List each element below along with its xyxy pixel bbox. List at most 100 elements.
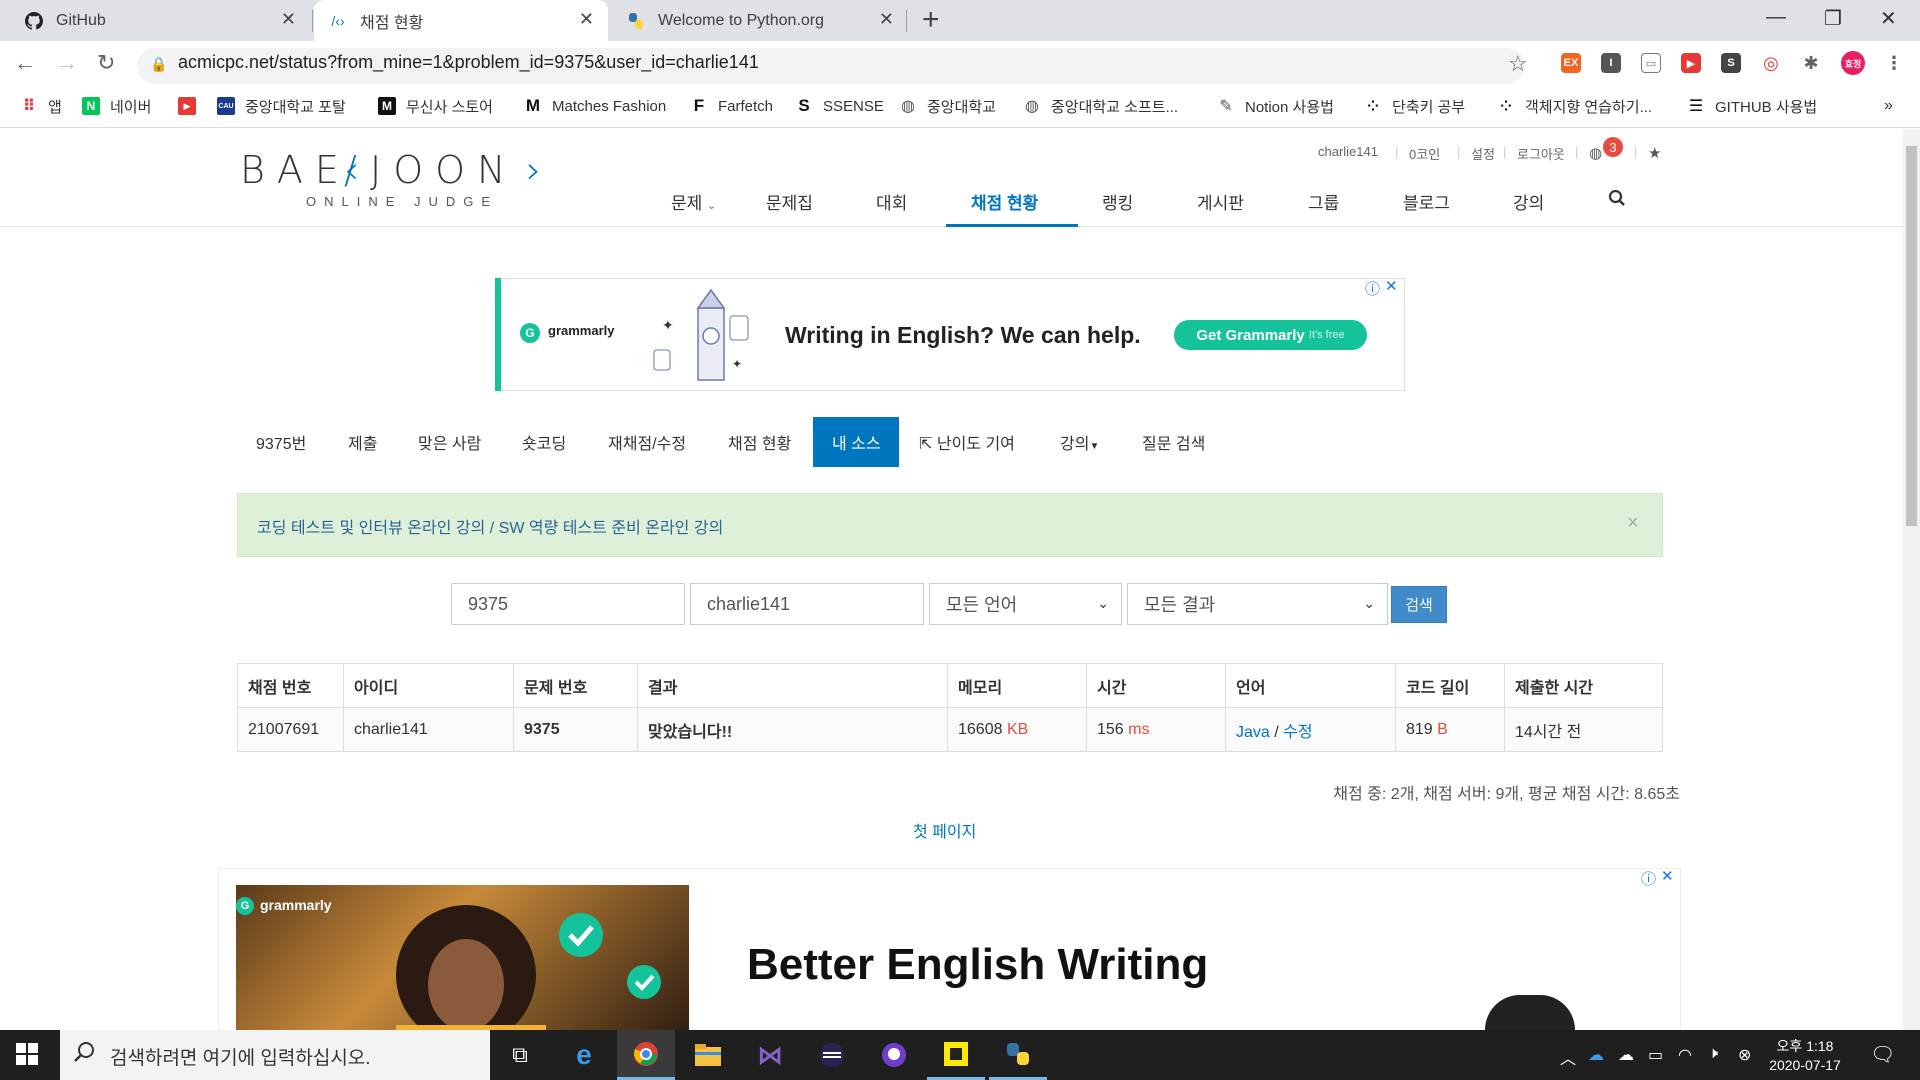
promo-alert-link[interactable]: 코딩 테스트 및 인터뷰 온라인 강의 / SW 역량 테스트 준비 온라인 강… (257, 514, 723, 538)
sticky-notes-icon[interactable] (927, 1030, 985, 1080)
bookmark-ssense[interactable]: S SSENSE (795, 92, 884, 120)
new-tab-icon[interactable]: + (922, 4, 940, 36)
subnav-status[interactable]: 채점 현황 (728, 430, 791, 454)
ad-close-icon[interactable]: ✕ (1661, 867, 1674, 885)
subnav-my-source[interactable]: 내 소스 (832, 430, 881, 454)
bookmark-shortcuts[interactable]: ⁘ 단축키 공부 (1364, 92, 1465, 120)
bookmark-naver[interactable]: N 네이버 (82, 92, 151, 120)
clock-time[interactable]: 오후 1:18 (1775, 1036, 1835, 1056)
cell-problem-link[interactable]: 9375 (513, 707, 638, 752)
extension-ex-icon[interactable]: EX (1561, 53, 1581, 73)
user-id-input[interactable]: charlie141 (690, 583, 924, 625)
ad-info-icon[interactable]: ⓘ (1641, 868, 1656, 889)
extension-youtube-icon[interactable]: ▶ (1681, 53, 1701, 73)
subnav-difficulty[interactable]: ⇱ 난이도 기여 (919, 430, 1015, 454)
alert-close-icon[interactable]: × (1627, 512, 1639, 535)
wifi-icon[interactable]: ◠ (1678, 1045, 1692, 1065)
reload-icon[interactable]: ↻ (97, 50, 115, 76)
subnav-shortcoding[interactable]: 숏코딩 (522, 430, 566, 454)
favorites-star-icon[interactable]: ★ (1648, 144, 1661, 162)
volume-mute-icon[interactable]: 🕨 (1708, 1045, 1718, 1063)
ad-cta-button[interactable]: Get Grammarly It's free (1174, 320, 1367, 350)
nav-board[interactable]: 게시판 (1197, 189, 1244, 214)
file-explorer-icon[interactable] (679, 1030, 737, 1080)
battery-icon[interactable]: ▭ (1648, 1045, 1663, 1065)
action-center-icon[interactable]: 🗨 (1870, 1042, 1895, 1067)
bookmark-musinsa[interactable]: M 무신사 스토어 (378, 92, 493, 120)
extensions-puzzle-icon[interactable]: ✱ (1801, 53, 1821, 73)
windows-start-icon[interactable] (16, 1043, 38, 1071)
settings-link[interactable]: 설정 (1471, 144, 1495, 163)
subnav-qna-search[interactable]: 질문 검색 (1142, 430, 1205, 454)
cloud-icon[interactable]: ☁ (1618, 1045, 1634, 1065)
bookmark-oop[interactable]: ⁘ 객체지향 연습하기... (1497, 92, 1652, 120)
bookmark-matches[interactable]: M Matches Fashion (524, 92, 666, 120)
edge-icon[interactable]: e (555, 1030, 613, 1080)
minimize-icon[interactable]: — (1766, 6, 1786, 29)
restore-icon[interactable]: ❐ (1824, 6, 1842, 31)
ad-info-icon[interactable]: ⓘ (1365, 278, 1380, 299)
bookmark-cau-software[interactable]: ◍ 중앙대학교 소프트... (1023, 92, 1178, 120)
eclipse-icon[interactable] (803, 1030, 861, 1080)
coin-link[interactable]: 0코인 (1409, 144, 1440, 163)
search-button[interactable]: 검색 (1391, 586, 1447, 623)
bookmark-star-icon[interactable]: ☆ (1508, 51, 1528, 77)
bookmark-notion[interactable]: ✎ Notion 사용법 (1217, 92, 1334, 120)
extension-info-icon[interactable]: I (1601, 53, 1621, 73)
nav-group[interactable]: 그룹 (1308, 189, 1339, 214)
nav-workbook[interactable]: 문제집 (766, 189, 813, 214)
notification-badge[interactable]: 3 (1603, 137, 1623, 157)
result-select[interactable]: 모든 결과 ⌄ (1127, 583, 1388, 625)
task-view-icon[interactable]: ⧉ (491, 1030, 549, 1080)
logout-link[interactable]: 로그아웃 (1517, 144, 1565, 163)
subnav-solvers[interactable]: 맞은 사람 (418, 430, 481, 454)
tab-github[interactable]: GitHub ✕ (10, 0, 310, 41)
subnav-lecture[interactable]: 강의▼ (1060, 430, 1099, 454)
tab-close-icon[interactable]: ✕ (579, 9, 594, 30)
extension-s-icon[interactable]: S (1721, 53, 1741, 73)
bookmark-youtube[interactable]: ▶ (178, 92, 206, 120)
chrome-icon[interactable] (617, 1030, 675, 1080)
tray-overflow-icon[interactable]: ︿ (1560, 1045, 1576, 1069)
window-close-icon[interactable]: ✕ (1880, 6, 1897, 31)
bookmark-farfetch[interactable]: F Farfetch (690, 92, 773, 120)
bookmark-apps[interactable]: ⠿ 앱 (20, 92, 62, 120)
tab-close-icon[interactable]: ✕ (281, 9, 296, 30)
nav-blog[interactable]: 블로그 (1403, 189, 1450, 214)
tab-status[interactable]: /‹› 채점 현황 ✕ (314, 0, 608, 41)
edit-link[interactable]: 수정 (1283, 724, 1312, 741)
nav-contest[interactable]: 대회 (876, 189, 907, 214)
language-link[interactable]: Java (1236, 724, 1270, 741)
extension-screen-icon[interactable]: ▭ (1641, 53, 1661, 73)
subnav-submit[interactable]: 제출 (348, 430, 377, 454)
forward-icon[interactable]: → (56, 50, 78, 76)
nav-lecture[interactable]: 강의 (1513, 189, 1544, 214)
onedrive-icon[interactable]: ☁ (1588, 1045, 1604, 1065)
python-icon[interactable] (989, 1030, 1047, 1080)
scrollbar-thumb[interactable] (1906, 146, 1917, 526)
extension-swirl-icon[interactable]: ◎ (1761, 53, 1781, 73)
notification-globe-icon[interactable]: ◍ (1589, 144, 1602, 162)
cell-submitted-time[interactable]: 14시간 전 (1504, 707, 1663, 752)
profile-avatar[interactable]: 효정 (1841, 51, 1865, 75)
first-page-link[interactable]: 첫 페이지 (913, 818, 976, 842)
site-logo[interactable]: BAE / ‹ JOON › (240, 148, 552, 200)
nav-problems[interactable]: 문제 ⌄ (671, 189, 716, 214)
subnav-problem[interactable]: 9375번 (256, 430, 306, 454)
url-text[interactable]: acmicpc.net/status?from_mine=1&problem_i… (178, 52, 759, 73)
tab-close-icon[interactable]: ✕ (879, 9, 894, 30)
notification-off-icon[interactable]: ⊗ (1738, 1045, 1751, 1065)
ad-close-icon[interactable]: ✕ (1385, 277, 1398, 295)
cell-user-link[interactable]: charlie141 (343, 707, 514, 752)
bookmarks-more-icon[interactable]: » (1884, 92, 1893, 120)
bookmark-github-guide[interactable]: ☰ GITHUB 사용법 (1687, 92, 1817, 120)
github-desktop-icon[interactable] (865, 1030, 923, 1080)
subnav-rejudge[interactable]: 재채점/수정 (608, 430, 686, 454)
tab-python[interactable]: Welcome to Python.org ✕ (612, 0, 908, 41)
username-link[interactable]: charlie141 (1318, 144, 1378, 159)
visual-studio-icon[interactable]: ⋈ (741, 1030, 799, 1080)
back-icon[interactable]: ← (14, 50, 36, 76)
search-icon[interactable] (1608, 189, 1626, 212)
bookmark-cau[interactable]: ◍ 중앙대학교 (899, 92, 996, 120)
bookmark-cau-portal[interactable]: CAU 중앙대학교 포탈 (217, 92, 346, 120)
